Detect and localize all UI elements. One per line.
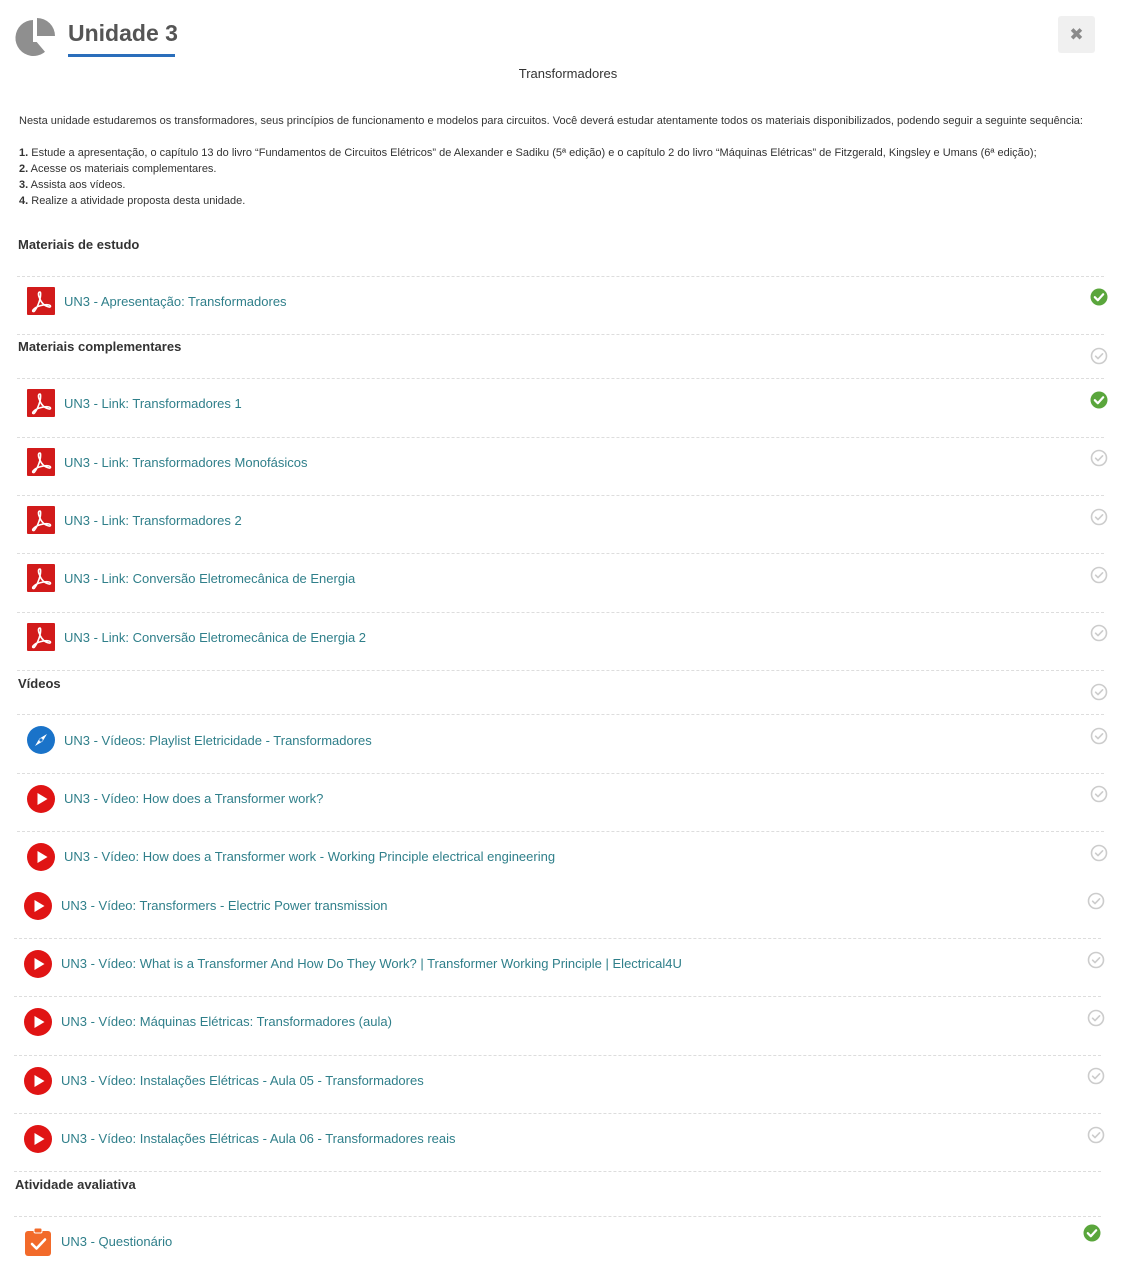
activity-link[interactable]: UN3 - Link: Conversão Eletromecânica de … bbox=[64, 571, 355, 586]
divider bbox=[17, 334, 1104, 335]
play-icon[interactable] bbox=[27, 785, 55, 813]
pdf-icon[interactable] bbox=[27, 564, 55, 592]
step-item: 4. Realize a atividade proposta desta un… bbox=[19, 195, 246, 207]
play-icon[interactable] bbox=[24, 1008, 52, 1036]
play-icon[interactable] bbox=[24, 1067, 52, 1095]
pdf-icon[interactable] bbox=[27, 448, 55, 476]
compass-icon[interactable] bbox=[27, 726, 55, 754]
activity-link[interactable]: UN3 - Apresentação: Transformadores bbox=[64, 294, 287, 309]
divider bbox=[14, 1216, 1101, 1217]
completion-check-icon[interactable] bbox=[1087, 1067, 1105, 1085]
divider bbox=[17, 378, 1104, 379]
divider bbox=[17, 714, 1104, 715]
completion-check-icon[interactable] bbox=[1090, 508, 1108, 526]
divider bbox=[17, 437, 1104, 438]
completion-check-icon[interactable] bbox=[1087, 951, 1105, 969]
completion-check-icon[interactable] bbox=[1083, 1224, 1101, 1242]
play-icon[interactable] bbox=[27, 843, 55, 871]
completion-check-icon[interactable] bbox=[1090, 288, 1108, 306]
activity-link[interactable]: UN3 - Vídeo: Instalações Elétricas - Aul… bbox=[61, 1073, 424, 1088]
activity-link[interactable]: UN3 - Vídeo: Instalações Elétricas - Aul… bbox=[61, 1131, 456, 1146]
pdf-icon[interactable] bbox=[27, 506, 55, 534]
section-title-complementares: Materiais complementares bbox=[18, 339, 182, 354]
divider bbox=[14, 1113, 1101, 1114]
divider bbox=[14, 996, 1101, 997]
unit-header: Unidade 3 ✖ bbox=[0, 0, 1134, 66]
close-button[interactable]: ✖ bbox=[1058, 16, 1095, 53]
completion-check-icon[interactable] bbox=[1090, 449, 1108, 467]
quiz-icon[interactable] bbox=[24, 1227, 52, 1256]
section-status-check-icon bbox=[1090, 347, 1108, 365]
activity-link[interactable]: UN3 - Vídeo: Transformers - Electric Pow… bbox=[61, 898, 388, 913]
completion-check-icon[interactable] bbox=[1090, 785, 1108, 803]
divider bbox=[14, 1055, 1101, 1056]
pie-chart-icon bbox=[15, 18, 55, 56]
activity-link[interactable]: UN3 - Vídeo: Máquinas Elétricas: Transfo… bbox=[61, 1014, 392, 1029]
activity-link[interactable]: UN3 - Link: Transformadores 1 bbox=[64, 396, 242, 411]
divider bbox=[17, 773, 1104, 774]
completion-check-icon[interactable] bbox=[1090, 727, 1108, 745]
activity-link[interactable]: UN3 - Link: Transformadores Monofásicos bbox=[64, 455, 307, 470]
play-icon[interactable] bbox=[24, 950, 52, 978]
activity-link[interactable]: UN3 - Vídeo: What is a Transformer And H… bbox=[61, 956, 682, 971]
steps-list: 1. Estude a apresentação, o capítulo 13 … bbox=[19, 145, 1037, 209]
divider bbox=[17, 831, 1104, 832]
activity-link[interactable]: UN3 - Vídeo: How does a Transformer work… bbox=[64, 849, 555, 864]
pdf-icon[interactable] bbox=[27, 389, 55, 417]
section-title-estudo: Materiais de estudo bbox=[18, 237, 140, 252]
divider bbox=[17, 276, 1104, 277]
page-subtitle: Transformadores bbox=[518, 66, 618, 81]
activity-link[interactable]: UN3 - Vídeos: Playlist Eletricidade - Tr… bbox=[64, 733, 372, 748]
divider bbox=[17, 670, 1104, 671]
divider bbox=[14, 1171, 1101, 1172]
play-icon[interactable] bbox=[24, 892, 52, 920]
step-item: 3. Assista aos vídeos. bbox=[19, 179, 126, 191]
completion-check-icon[interactable] bbox=[1087, 1126, 1105, 1144]
pdf-icon[interactable] bbox=[27, 623, 55, 651]
completion-check-icon[interactable] bbox=[1087, 1009, 1105, 1027]
page-title: Unidade 3 bbox=[68, 20, 178, 46]
completion-check-icon[interactable] bbox=[1087, 892, 1105, 910]
activity-link[interactable]: UN3 - Link: Conversão Eletromecânica de … bbox=[64, 630, 366, 645]
activity-link[interactable]: UN3 - Questionário bbox=[61, 1234, 172, 1249]
divider bbox=[17, 495, 1104, 496]
title-underline bbox=[68, 54, 175, 57]
section-status-check-icon bbox=[1090, 683, 1108, 701]
intro-text: Nesta unidade estudaremos os transformad… bbox=[19, 115, 1083, 127]
divider bbox=[17, 553, 1104, 554]
step-item: 1. Estude a apresentação, o capítulo 13 … bbox=[19, 147, 1037, 159]
activity-link[interactable]: UN3 - Vídeo: How does a Transformer work… bbox=[64, 791, 323, 806]
completion-check-icon[interactable] bbox=[1090, 624, 1108, 642]
divider bbox=[14, 938, 1101, 939]
play-icon[interactable] bbox=[24, 1125, 52, 1153]
completion-check-icon[interactable] bbox=[1090, 844, 1108, 862]
section-title-avaliativa: Atividade avaliativa bbox=[15, 1177, 136, 1192]
completion-check-icon[interactable] bbox=[1090, 391, 1108, 409]
activity-link[interactable]: UN3 - Link: Transformadores 2 bbox=[64, 513, 242, 528]
step-item: 2. Acesse os materiais complementares. bbox=[19, 163, 217, 175]
pdf-icon[interactable] bbox=[27, 287, 55, 315]
section-title-videos: Vídeos bbox=[18, 676, 61, 691]
completion-check-icon[interactable] bbox=[1090, 566, 1108, 584]
divider bbox=[17, 612, 1104, 613]
